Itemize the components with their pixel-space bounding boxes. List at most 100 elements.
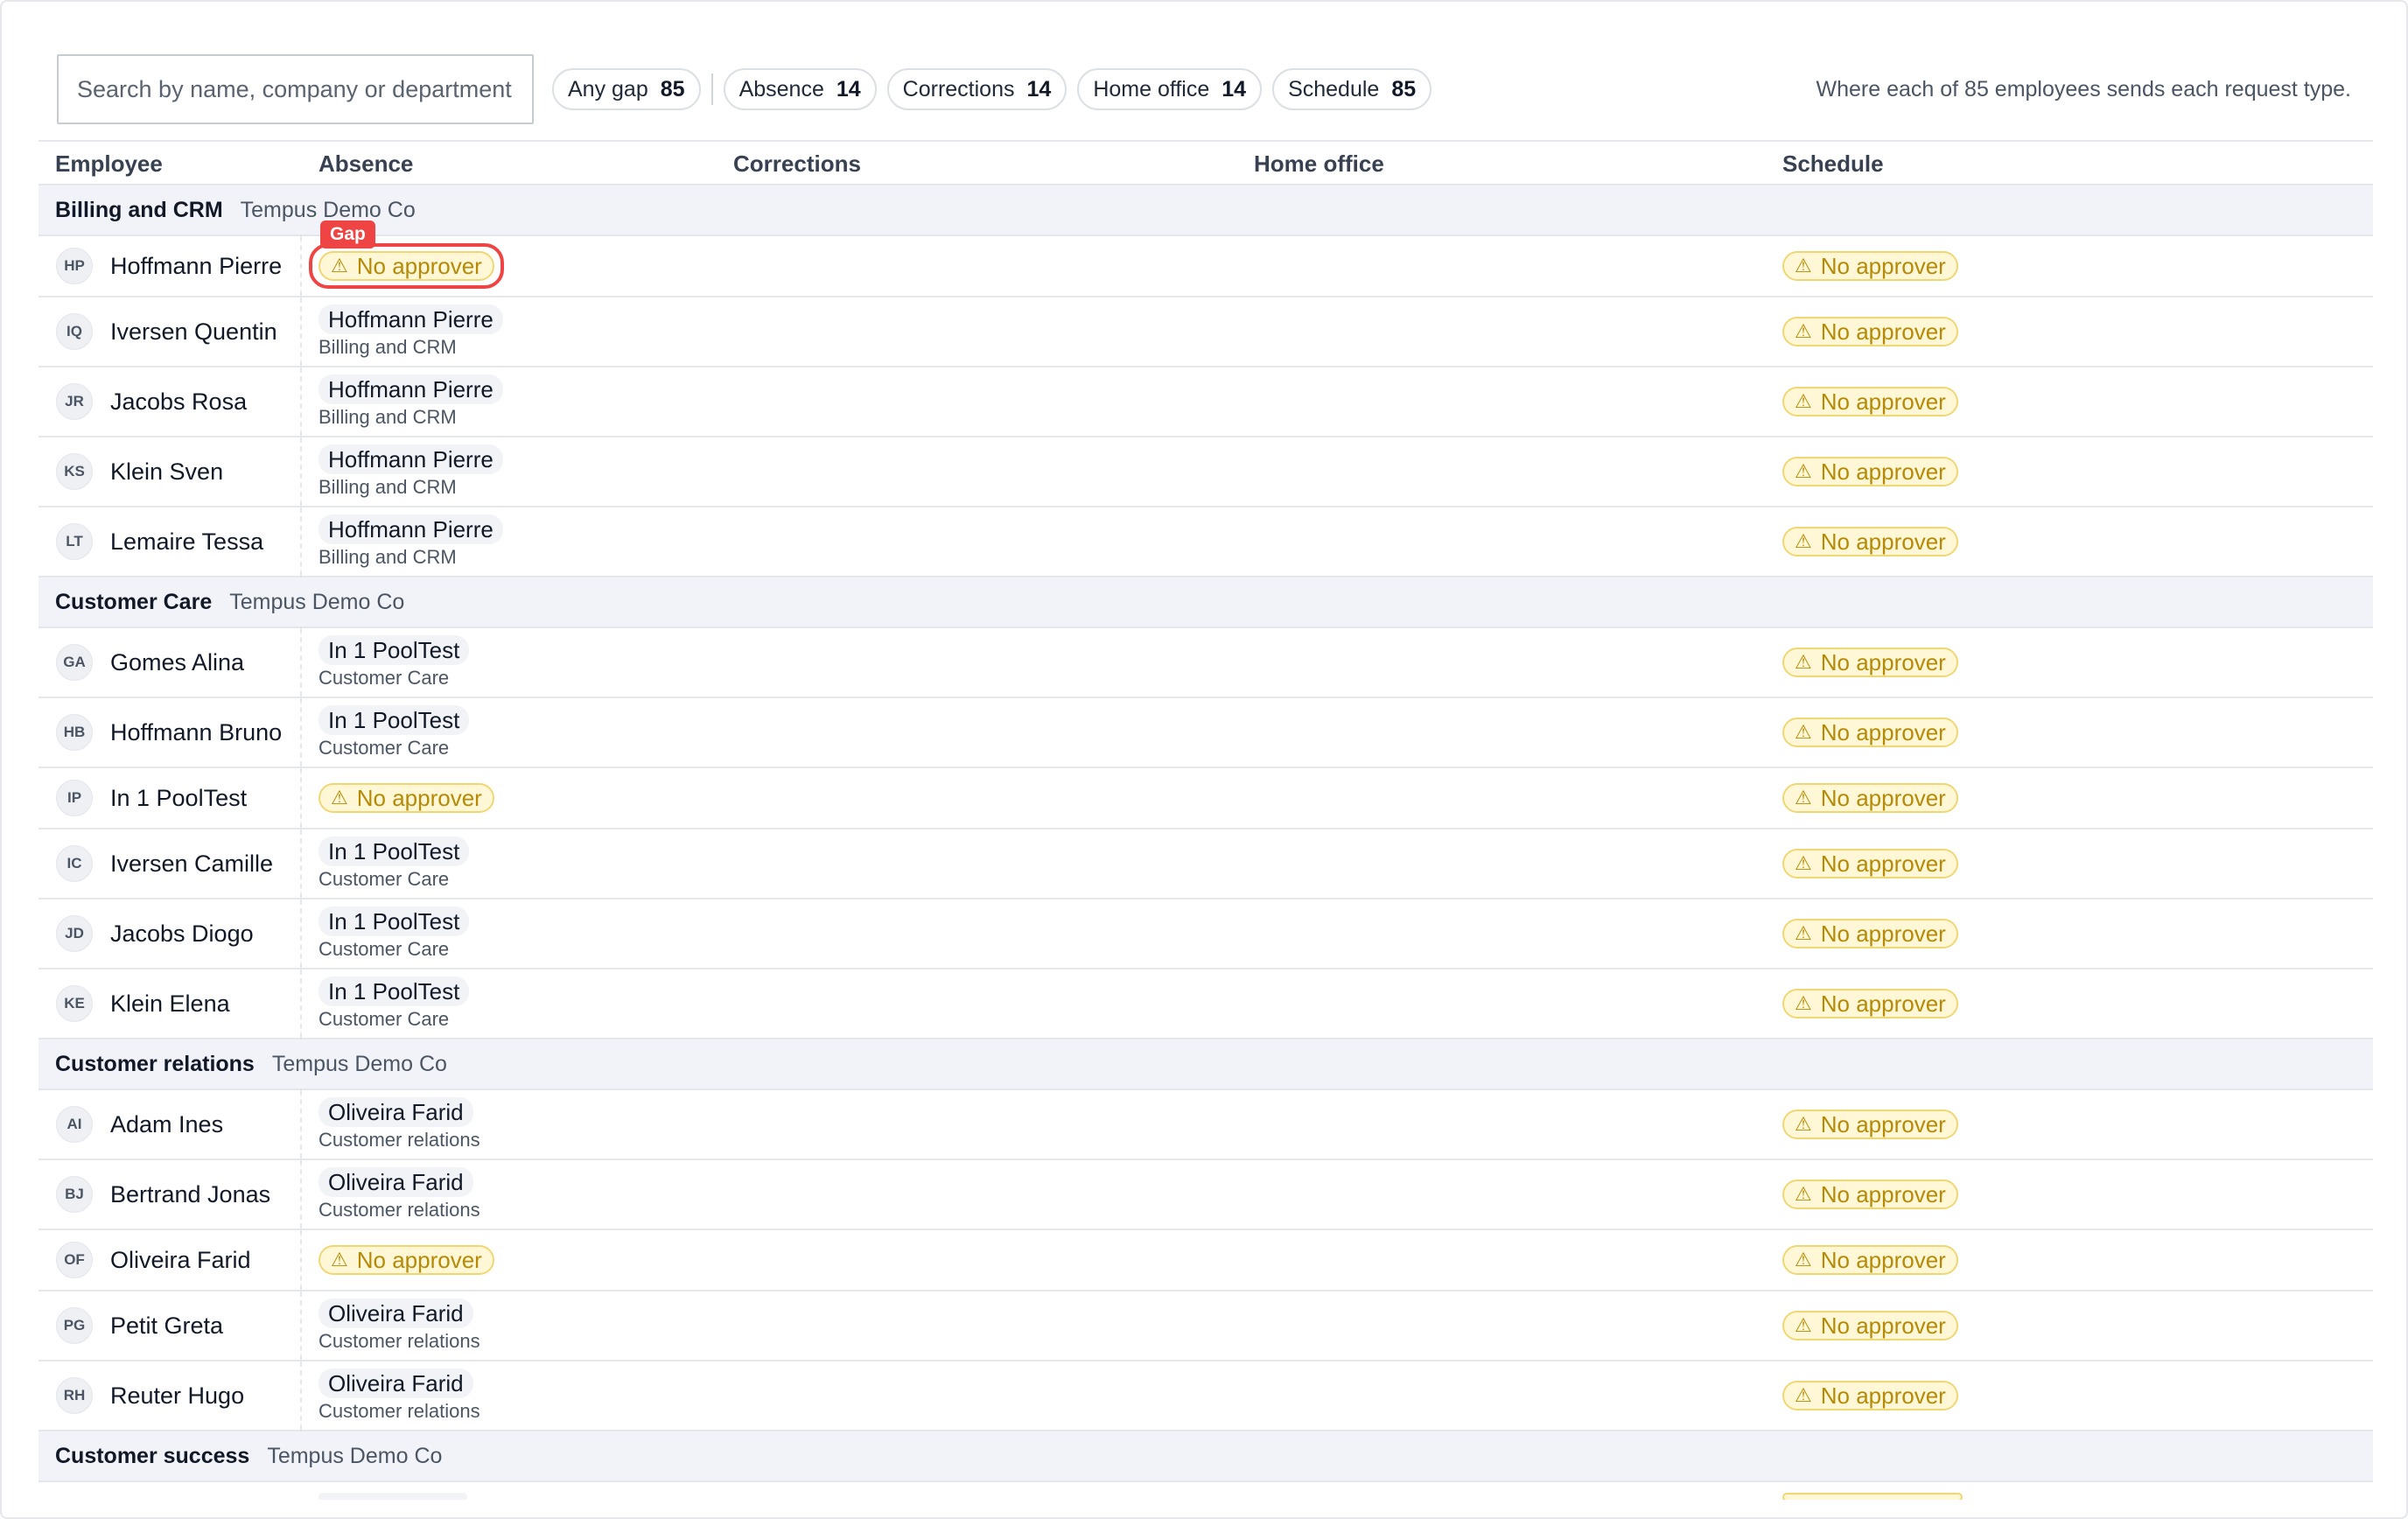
approver-chip[interactable]: In 1 PoolTest [318,906,470,936]
absence-cell: Oliveira Farid Customer relations [318,1298,480,1353]
approver-chip[interactable]: Oliveira Farid [318,1097,480,1127]
filter-chip-absence[interactable]: Absence 14 [723,68,877,110]
column-header-home-office[interactable]: Home office [1254,142,1384,186]
schedule-cell: ⚠ No approver [1782,919,1958,948]
no-approver-badge[interactable]: ⚠ No approver [1782,1381,1958,1410]
no-approver-badge[interactable]: ⚠ No approver [1782,387,1958,416]
table-row[interactable]: HB Hoffmann Bruno In 1 PoolTest Customer Ca… [38,698,2373,768]
approver-chip[interactable]: Hoffmann Pierre [318,444,503,474]
approver-department: Customer Care [318,667,450,689]
absence-cell: In 1 PoolTest Customer Care [318,635,470,690]
schedule-cell: ⚠ No approver [1782,1245,1958,1275]
table-row[interactable]: IC Iversen Camille In 1 PoolTest Customer C… [38,830,2373,900]
filter-chip-corrections[interactable]: Corrections 14 [886,68,1068,110]
no-approver-badge[interactable]: ⚠ No approver [318,251,494,281]
avatar: OF [56,1242,93,1278]
group-company: Tempus Demo Co [267,1443,443,1468]
no-approver-badge[interactable]: ⚠ No approver [1782,989,1958,1018]
column-header-absence[interactable]: Absence [318,142,413,186]
approver-chip[interactable]: In 1 PoolTest [318,635,470,665]
approver-chip[interactable]: Oliveira Farid [318,1167,480,1197]
employee-cell: KS Klein Sven [56,453,223,490]
absence-cell: Hoffmann Pierre Billing and CRM [318,374,503,429]
warning-icon: ⚠ [1795,852,1812,874]
employee-cell: IQ Iversen Quentin [56,313,277,350]
table-row[interactable]: JR Jacobs Rosa Hoffmann Pierre Billing and … [38,368,2373,438]
no-approver-badge[interactable]: ⚠ No approver [1782,919,1958,948]
warning-icon: ⚠ [1795,460,1812,482]
table-row[interactable]: HP Hoffmann Pierre Gap ⚠ No approver ⚠ No appr… [38,220,2373,298]
group-header: Billing and CRM Tempus Demo Co [38,186,2373,236]
no-approver-badge[interactable]: ⚠ No approver [1782,783,1958,813]
schedule-cell: ⚠ No approver [1782,989,1958,1018]
table-row[interactable]: JD Jacobs Diogo In 1 PoolTest Customer Care… [38,900,2373,970]
employee-name: Jacobs Rosa [110,388,248,415]
table-row[interactable]: AI Adam Ines Oliveira Farid Customer relati… [38,1090,2373,1160]
table-row[interactable]: LT Lemaire Tessa Hoffmann Pierre Billing an… [38,508,2373,578]
approver-department: Customer relations [318,1199,480,1221]
column-divider [300,1362,302,1430]
no-approver-label: No approver [356,784,482,811]
no-approver-label: No approver [1820,252,1946,279]
table-row[interactable]: IQ Iversen Quentin Hoffmann Pierre Billing … [38,298,2373,368]
column-header-schedule[interactable]: Schedule [1782,142,1884,186]
schedule-cell: ⚠ No approver [1782,251,1958,281]
no-approver-badge[interactable]: ⚠ No approver [1782,251,1958,281]
chip-label: Absence [738,76,824,102]
approver-chip[interactable]: Hoffmann Pierre [318,514,503,544]
table-row[interactable]: BJ Bertrand Jonas Oliveira Farid Customer r… [38,1160,2373,1230]
table-row[interactable]: RH Reuter Hugo Oliveira Farid Customer rela… [38,1362,2373,1432]
employee-name: Lemaire Tessa [110,528,264,555]
table-row[interactable]: IP In 1 PoolTest ⚠ No approver ⚠ No approver [38,768,2373,830]
schedule-cell: ⚠ No approver [1782,527,1958,556]
table-row[interactable]: PG Petit Greta Oliveira Farid Customer rela… [38,1292,2373,1362]
gap-highlight[interactable]: Gap ⚠ No approver [309,220,504,289]
employee-name: Klein Elena [110,990,230,1017]
avatar: IP [56,780,93,816]
filter-chip-any-gap[interactable]: Any gap 85 [552,68,701,110]
avatar: JR [56,383,93,420]
approver-chip[interactable]: In 1 PoolTest [318,705,470,735]
no-approver-badge[interactable]: ⚠ No approver [1782,849,1958,878]
column-divider [300,900,302,968]
column-divider [300,1160,302,1228]
employee-name: Oliveira Farid [110,1246,251,1273]
no-approver-badge[interactable]: ⚠ No approver [1782,457,1958,486]
no-approver-badge[interactable]: ⚠ No approver [1782,718,1958,747]
approver-name: In 1 PoolTest [318,705,470,735]
approver-chip[interactable]: Hoffmann Pierre [318,304,503,334]
no-approver-badge[interactable]: ⚠ No approver [1782,527,1958,556]
approver-chip[interactable]: Oliveira Farid [318,1298,480,1328]
filter-chip-schedule[interactable]: Schedule 85 [1272,68,1432,110]
warning-icon: ⚠ [1795,992,1812,1014]
no-approver-badge[interactable]: ⚠ No approver [1782,1311,1958,1340]
no-approver-badge-partial [1782,1493,1963,1500]
no-approver-label: No approver [1820,1246,1946,1273]
column-header-corrections[interactable]: Corrections [733,142,861,186]
table-row[interactable]: KE Klein Elena In 1 PoolTest Customer Care ⚠… [38,970,2373,1040]
no-approver-badge[interactable]: ⚠ No approver [1782,1180,1958,1209]
approver-chip[interactable]: Hoffmann Pierre [318,374,503,404]
table-row[interactable]: GA Gomes Alina In 1 PoolTest Customer Care ⚠… [38,628,2373,698]
no-approver-label: No approver [356,1246,482,1273]
table-row[interactable]: KS Klein Sven Hoffmann Pierre Billing and C… [38,438,2373,508]
table-row[interactable]: OF Oliveira Farid ⚠ No approver ⚠ No approver [38,1230,2373,1292]
no-approver-badge[interactable]: ⚠ No approver [1782,648,1958,677]
no-approver-badge[interactable]: ⚠ No approver [1782,317,1958,346]
no-approver-badge[interactable]: ⚠ No approver [1782,1110,1958,1139]
filter-chip-home-office[interactable]: Home office 14 [1077,68,1263,110]
employee-cell: KE Klein Elena [56,985,230,1022]
no-approver-badge[interactable]: ⚠ No approver [318,783,494,813]
column-header-employee[interactable]: Employee [55,142,163,186]
approver-chip[interactable]: In 1 PoolTest [318,836,470,866]
no-approver-badge[interactable]: ⚠ No approver [318,1245,494,1275]
no-approver-badge[interactable]: ⚠ No approver [1782,1245,1958,1275]
employee-cell: JD Jacobs Diogo [56,915,254,952]
avatar: PG [56,1307,93,1344]
approver-name: Hoffmann Pierre [318,304,503,334]
employee-name: Reuter Hugo [110,1382,245,1409]
approver-chip[interactable]: Oliveira Farid [318,1368,480,1398]
approver-name: Oliveira Farid [318,1097,473,1127]
approver-chip[interactable]: In 1 PoolTest [318,976,470,1006]
search-input[interactable] [57,54,534,124]
